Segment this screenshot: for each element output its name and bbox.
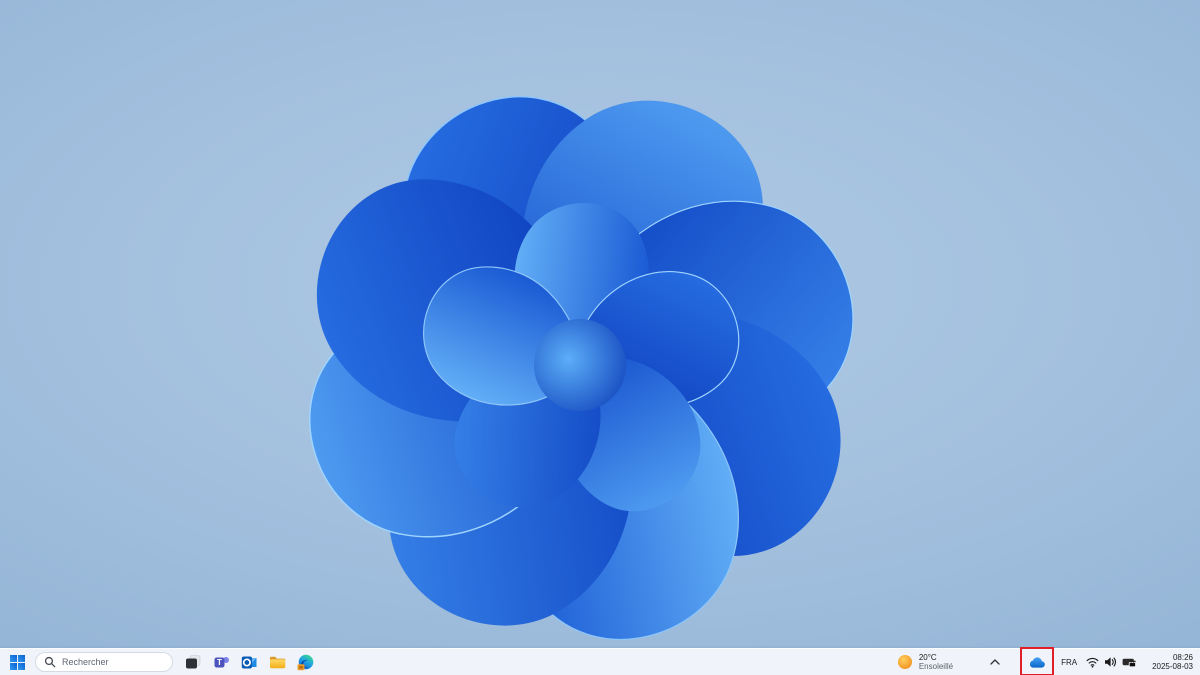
volume-icon (1105, 657, 1117, 667)
taskbar-right-group: 20°C Ensoleillé FRA 08:26 2025-08-03 (891, 646, 1197, 675)
task-view-icon (186, 655, 201, 669)
taskbar-left-group: Rechercher T (3, 649, 319, 675)
windows-bloom-wallpaper (309, 96, 854, 640)
onedrive-cloud-icon (1030, 656, 1045, 668)
edge-icon (297, 654, 313, 670)
search-icon (44, 656, 56, 668)
clock-tray-button[interactable]: 08:26 2025-08-03 (1149, 650, 1196, 675)
svg-text:T: T (217, 658, 222, 667)
weather-text: 20°C Ensoleillé (919, 653, 953, 672)
search-box[interactable]: Rechercher (35, 652, 173, 672)
onedrive-tray-area (1020, 646, 1055, 675)
quick-settings-button[interactable] (1082, 650, 1141, 674)
taskbar-app-file-explorer[interactable] (263, 650, 291, 674)
desktop[interactable]: Rechercher T 20°C Ensoleillé FRA 08:26 2… (0, 0, 1200, 675)
file-explorer-icon (269, 656, 285, 668)
onedrive-tray-button[interactable] (1022, 650, 1052, 674)
windows-logo-icon (9, 654, 25, 670)
clock-time: 08:26 (1172, 652, 1193, 662)
wifi-icon (1086, 657, 1099, 668)
tray-overflow-button[interactable] (983, 650, 1007, 674)
weather-temperature: 20°C (918, 652, 937, 662)
taskbar-app-task-view[interactable] (179, 650, 207, 674)
taskbar-app-edge[interactable] (291, 650, 319, 674)
taskbar-app-outlook[interactable] (235, 650, 263, 674)
outlook-icon (241, 656, 256, 668)
sun-icon (897, 655, 912, 669)
weather-condition: Ensoleillé (918, 662, 954, 671)
weather-widget[interactable]: 20°C Ensoleillé (891, 650, 959, 675)
language-indicator[interactable]: FRA (1056, 650, 1082, 674)
taskbar: Rechercher T 20°C Ensoleillé FRA 08:26 2… (0, 646, 1200, 675)
clock-date: 2025-08-03 (1152, 662, 1193, 671)
start-button[interactable] (4, 650, 30, 674)
chevron-up-icon (990, 659, 1000, 665)
search-placeholder: Rechercher (62, 657, 109, 667)
teams-icon: T (214, 656, 229, 667)
taskbar-app-teams[interactable]: T (207, 650, 235, 674)
battery-icon (1122, 658, 1137, 668)
